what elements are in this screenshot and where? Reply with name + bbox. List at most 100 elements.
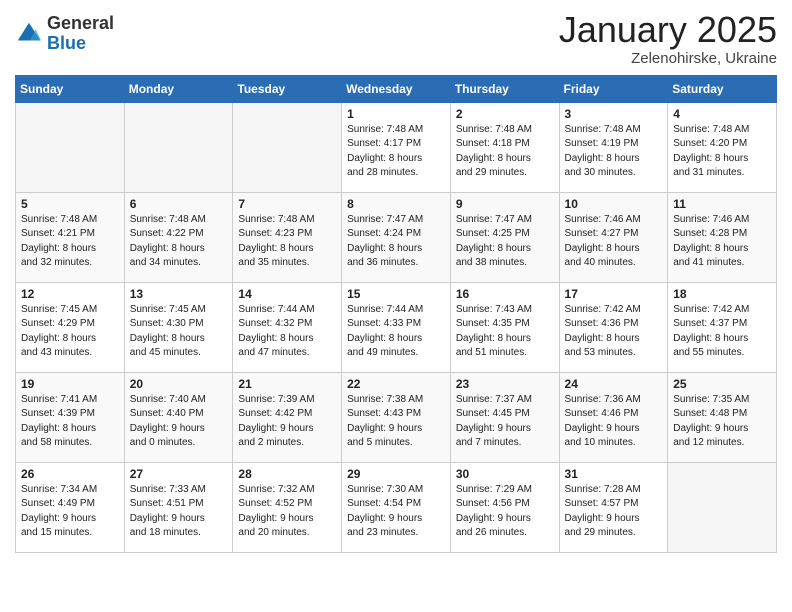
calendar-cell: 3 Sunrise: 7:48 AM Sunset: 4:19 PM Daylig…: [559, 102, 668, 192]
day-info: Sunrise: 7:43 AM Sunset: 4:35 PM Dayligh…: [456, 303, 554, 361]
week-row-3: 12Sunrise: 7:45 AM Sunset: 4:29 PM Dayli…: [16, 282, 777, 372]
calendar-cell: 12Sunrise: 7:45 AM Sunset: 4:29 PM Dayli…: [16, 282, 125, 372]
logo-general: General: [47, 14, 114, 34]
logo-text: General Blue: [47, 14, 114, 54]
day-info: Sunrise: 7:38 AM Sunset: 4:43 PM Dayligh…: [347, 393, 445, 451]
day-number: 30: [456, 467, 554, 481]
calendar-cell: 27 Sunrise: 7:33 AM Sunset: 4:51 PM Dayli…: [124, 462, 233, 552]
day-number: 5: [21, 197, 119, 211]
day-info: Sunrise: 7:47 AM Sunset: 4:25 PM Dayligh…: [456, 213, 554, 271]
week-row-4: 19 Sunrise: 7:41 AM Sunset: 4:39 PM Dayli…: [16, 372, 777, 462]
week-row-5: 26 Sunrise: 7:34 AM Sunset: 4:49 PM Dayli…: [16, 462, 777, 552]
day-info: Sunrise: 7:36 AM Sunset: 4:46 PM Dayligh…: [565, 393, 663, 451]
title-area: January 2025 Zelenohirske, Ukraine: [559, 10, 777, 67]
day-number: 1: [347, 107, 445, 121]
day-number: 11: [673, 197, 771, 211]
weekday-header-row: SundayMondayTuesdayWednesdayThursdayFrid…: [16, 75, 777, 102]
day-number: 3: [565, 107, 663, 121]
day-info: Sunrise: 7:37 AM Sunset: 4:45 PM Dayligh…: [456, 393, 554, 451]
day-info: Sunrise: 7:42 AM Sunset: 4:37 PM Dayligh…: [673, 303, 771, 361]
day-number: 6: [130, 197, 228, 211]
calendar-cell: 14 Sunrise: 7:44 AM Sunset: 4:32 PM Dayli…: [233, 282, 342, 372]
day-number: 4: [673, 107, 771, 121]
day-number: 23: [456, 377, 554, 391]
week-row-1: 1 Sunrise: 7:48 AM Sunset: 4:17 PM Daylig…: [16, 102, 777, 192]
day-info: Sunrise: 7:41 AM Sunset: 4:39 PM Dayligh…: [21, 393, 119, 451]
day-info: Sunrise: 7:44 AM Sunset: 4:32 PM Dayligh…: [238, 303, 336, 361]
day-info: Sunrise: 7:45 AM Sunset: 4:29 PM Dayligh…: [21, 303, 119, 361]
calendar-cell: 5 Sunrise: 7:48 AM Sunset: 4:21 PM Daylig…: [16, 192, 125, 282]
logo-icon: [15, 20, 43, 48]
calendar-cell: 1 Sunrise: 7:48 AM Sunset: 4:17 PM Daylig…: [342, 102, 451, 192]
day-info: Sunrise: 7:33 AM Sunset: 4:51 PM Dayligh…: [130, 483, 228, 541]
day-number: 8: [347, 197, 445, 211]
day-number: 26: [21, 467, 119, 481]
day-number: 21: [238, 377, 336, 391]
day-number: 10: [565, 197, 663, 211]
weekday-header-monday: Monday: [124, 75, 233, 102]
day-number: 7: [238, 197, 336, 211]
day-number: 20: [130, 377, 228, 391]
day-info: Sunrise: 7:42 AM Sunset: 4:36 PM Dayligh…: [565, 303, 663, 361]
day-number: 19: [21, 377, 119, 391]
day-number: 16: [456, 287, 554, 301]
calendar-cell: 25 Sunrise: 7:35 AM Sunset: 4:48 PM Dayli…: [668, 372, 777, 462]
weekday-header-wednesday: Wednesday: [342, 75, 451, 102]
day-info: Sunrise: 7:45 AM Sunset: 4:30 PM Dayligh…: [130, 303, 228, 361]
weekday-header-friday: Friday: [559, 75, 668, 102]
day-number: 14: [238, 287, 336, 301]
calendar-cell: 24 Sunrise: 7:36 AM Sunset: 4:46 PM Dayli…: [559, 372, 668, 462]
subtitle: Zelenohirske, Ukraine: [559, 50, 777, 67]
day-number: 25: [673, 377, 771, 391]
calendar-cell: 10Sunrise: 7:46 AM Sunset: 4:27 PM Dayli…: [559, 192, 668, 282]
day-info: Sunrise: 7:48 AM Sunset: 4:20 PM Dayligh…: [673, 123, 771, 181]
day-number: 13: [130, 287, 228, 301]
day-number: 27: [130, 467, 228, 481]
day-info: Sunrise: 7:34 AM Sunset: 4:49 PM Dayligh…: [21, 483, 119, 541]
day-number: 17: [565, 287, 663, 301]
day-info: Sunrise: 7:48 AM Sunset: 4:17 PM Dayligh…: [347, 123, 445, 181]
day-number: 29: [347, 467, 445, 481]
weekday-header-thursday: Thursday: [450, 75, 559, 102]
day-info: Sunrise: 7:48 AM Sunset: 4:22 PM Dayligh…: [130, 213, 228, 271]
calendar-cell: 2Sunrise: 7:48 AM Sunset: 4:18 PM Daylig…: [450, 102, 559, 192]
calendar-cell: 9 Sunrise: 7:47 AM Sunset: 4:25 PM Daylig…: [450, 192, 559, 282]
calendar-cell: 30 Sunrise: 7:29 AM Sunset: 4:56 PM Dayli…: [450, 462, 559, 552]
weekday-header-tuesday: Tuesday: [233, 75, 342, 102]
day-info: Sunrise: 7:48 AM Sunset: 4:21 PM Dayligh…: [21, 213, 119, 271]
calendar-cell: 16 Sunrise: 7:43 AM Sunset: 4:35 PM Dayli…: [450, 282, 559, 372]
calendar-cell: 7Sunrise: 7:48 AM Sunset: 4:23 PM Daylig…: [233, 192, 342, 282]
day-number: 9: [456, 197, 554, 211]
day-number: 15: [347, 287, 445, 301]
day-info: Sunrise: 7:28 AM Sunset: 4:57 PM Dayligh…: [565, 483, 663, 541]
logo-blue: Blue: [47, 34, 114, 54]
day-info: Sunrise: 7:29 AM Sunset: 4:56 PM Dayligh…: [456, 483, 554, 541]
calendar-cell: 28Sunrise: 7:32 AM Sunset: 4:52 PM Dayli…: [233, 462, 342, 552]
weekday-header-saturday: Saturday: [668, 75, 777, 102]
day-info: Sunrise: 7:39 AM Sunset: 4:42 PM Dayligh…: [238, 393, 336, 451]
day-info: Sunrise: 7:47 AM Sunset: 4:24 PM Dayligh…: [347, 213, 445, 271]
calendar-cell: 22Sunrise: 7:38 AM Sunset: 4:43 PM Dayli…: [342, 372, 451, 462]
calendar-cell: 21 Sunrise: 7:39 AM Sunset: 4:42 PM Dayli…: [233, 372, 342, 462]
day-info: Sunrise: 7:35 AM Sunset: 4:48 PM Dayligh…: [673, 393, 771, 451]
calendar-cell: [16, 102, 125, 192]
calendar-cell: 13 Sunrise: 7:45 AM Sunset: 4:30 PM Dayli…: [124, 282, 233, 372]
day-number: 31: [565, 467, 663, 481]
calendar-cell: 26 Sunrise: 7:34 AM Sunset: 4:49 PM Dayli…: [16, 462, 125, 552]
day-info: Sunrise: 7:40 AM Sunset: 4:40 PM Dayligh…: [130, 393, 228, 451]
calendar-cell: 8 Sunrise: 7:47 AM Sunset: 4:24 PM Daylig…: [342, 192, 451, 282]
day-info: Sunrise: 7:30 AM Sunset: 4:54 PM Dayligh…: [347, 483, 445, 541]
day-info: Sunrise: 7:48 AM Sunset: 4:19 PM Dayligh…: [565, 123, 663, 181]
calendar-cell: 19 Sunrise: 7:41 AM Sunset: 4:39 PM Dayli…: [16, 372, 125, 462]
weekday-header-sunday: Sunday: [16, 75, 125, 102]
header: General Blue January 2025 Zelenohirske, …: [15, 10, 777, 67]
day-info: Sunrise: 7:32 AM Sunset: 4:52 PM Dayligh…: [238, 483, 336, 541]
calendar-cell: [124, 102, 233, 192]
day-info: Sunrise: 7:44 AM Sunset: 4:33 PM Dayligh…: [347, 303, 445, 361]
day-number: 24: [565, 377, 663, 391]
calendar-cell: 15 Sunrise: 7:44 AM Sunset: 4:33 PM Dayli…: [342, 282, 451, 372]
calendar-cell: 31 Sunrise: 7:28 AM Sunset: 4:57 PM Dayli…: [559, 462, 668, 552]
calendar-table: SundayMondayTuesdayWednesdayThursdayFrid…: [15, 75, 777, 553]
day-number: 2: [456, 107, 554, 121]
calendar-cell: 29 Sunrise: 7:30 AM Sunset: 4:54 PM Dayli…: [342, 462, 451, 552]
